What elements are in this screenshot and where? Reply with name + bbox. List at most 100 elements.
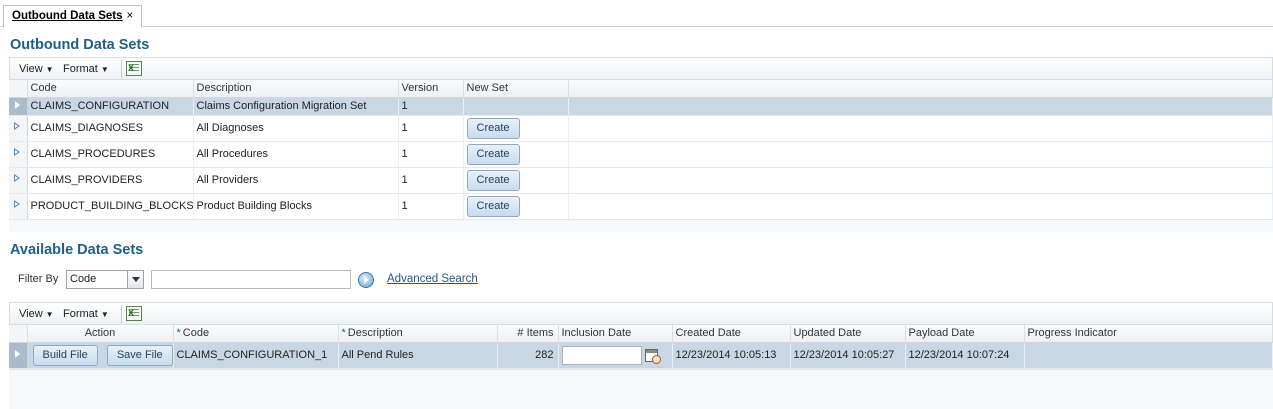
- cell-version: 1: [398, 193, 464, 220]
- expand-icon: [14, 122, 21, 131]
- header-description[interactable]: * Description: [338, 325, 498, 343]
- outbound-table-empty-area: [9, 219, 1273, 232]
- format-menu[interactable]: Format ▼: [63, 306, 109, 323]
- chevron-down-icon: ▼: [100, 65, 109, 74]
- search-go-icon[interactable]: [358, 272, 374, 288]
- expand-icon: [15, 350, 21, 358]
- available-table: Action * Code * Description # Items Inclus…: [9, 325, 1273, 369]
- required-marker: *: [341, 327, 346, 340]
- table-row[interactable]: PRODUCT_BUILDING_BLOCKS Product Building…: [9, 193, 1273, 220]
- chevron-down-icon: ▼: [45, 65, 54, 74]
- view-menu-label: View: [19, 308, 43, 320]
- table-row[interactable]: Build File Save File CLAIMS_CONFIGURATIO…: [9, 342, 1273, 369]
- cell-new-set: Create: [463, 115, 569, 142]
- header-description-label: Description: [347, 327, 403, 340]
- row-expander[interactable]: [9, 115, 28, 142]
- cell-description: All Diagnoses: [193, 115, 399, 142]
- header-description[interactable]: Description: [193, 80, 399, 98]
- cell-inclusion-date: [558, 342, 673, 369]
- cell-description: All Providers: [193, 167, 399, 194]
- calendar-icon[interactable]: [644, 348, 661, 364]
- header-expander: [9, 325, 28, 343]
- chevron-down-icon: ▼: [100, 310, 109, 319]
- table-row[interactable]: CLAIMS_DIAGNOSES All Diagnoses 1 Create: [9, 115, 1273, 142]
- cell-updated-date: 12/23/2014 10:05:27: [790, 342, 906, 369]
- export-excel-icon[interactable]: [126, 61, 142, 76]
- table-row[interactable]: CLAIMS_PROVIDERS All Providers 1 Create: [9, 167, 1273, 194]
- header-payload-date[interactable]: Payload Date: [905, 325, 1025, 343]
- header-code[interactable]: * Code: [173, 325, 339, 343]
- cell-code: CLAIMS_DIAGNOSES: [27, 115, 194, 142]
- create-button[interactable]: Create: [466, 117, 520, 139]
- cell-version: 1: [398, 97, 464, 116]
- header-created-date[interactable]: Created Date: [672, 325, 791, 343]
- outbound-toolbar: View ▼ Format ▼: [9, 57, 1273, 80]
- toolbar-separator: [121, 60, 122, 78]
- header-expander: [9, 80, 28, 98]
- available-section-title: Available Data Sets: [10, 242, 144, 258]
- close-icon[interactable]: ×: [127, 10, 134, 22]
- filter-input[interactable]: [151, 270, 351, 289]
- outbound-header-row: Code Description Version New Set: [9, 80, 1273, 98]
- format-menu[interactable]: Format ▼: [63, 61, 109, 78]
- header-code[interactable]: Code: [27, 80, 194, 98]
- cell-action: Build File Save File: [27, 342, 174, 369]
- cell-new-set: Create: [463, 167, 569, 194]
- header-filler: [568, 80, 1273, 98]
- cell-progress-indicator: [1024, 342, 1273, 369]
- expand-icon: [14, 148, 21, 157]
- table-row[interactable]: CLAIMS_PROCEDURES All Procedures 1 Creat…: [9, 141, 1273, 168]
- cell-filler: [568, 97, 1273, 116]
- cell-version: 1: [398, 141, 464, 168]
- cell-description: All Procedures: [193, 141, 399, 168]
- cell-filler: [568, 115, 1273, 142]
- cell-payload-date: 12/23/2014 10:07:24: [905, 342, 1025, 369]
- row-expander[interactable]: [9, 342, 28, 369]
- row-expander[interactable]: [9, 167, 28, 194]
- create-button[interactable]: Create: [466, 195, 520, 217]
- header-items[interactable]: # Items: [497, 325, 559, 343]
- row-expander[interactable]: [9, 193, 28, 220]
- tab-bar: Outbound Data Sets ×: [0, 0, 1273, 28]
- header-code-label: Code: [182, 327, 210, 340]
- cell-description: Product Building Blocks: [193, 193, 399, 220]
- header-progress-indicator[interactable]: Progress Indicator: [1024, 325, 1273, 343]
- chevron-down-icon[interactable]: [127, 271, 143, 288]
- cell-filler: [568, 193, 1273, 220]
- toolbar-separator: [121, 305, 122, 323]
- header-version[interactable]: Version: [398, 80, 464, 98]
- view-menu-label: View: [19, 63, 43, 75]
- cell-new-set: Create: [463, 193, 569, 220]
- inclusion-date-input[interactable]: [561, 345, 642, 365]
- row-expander[interactable]: [9, 97, 28, 116]
- advanced-search-link[interactable]: Advanced Search: [387, 273, 478, 285]
- create-button[interactable]: Create: [466, 143, 520, 165]
- header-action: Action: [27, 325, 174, 343]
- header-inclusion-date[interactable]: Inclusion Date: [558, 325, 673, 343]
- expand-icon: [15, 101, 21, 109]
- required-marker: *: [176, 327, 181, 340]
- header-new-set[interactable]: New Set: [463, 80, 569, 98]
- cell-code: CLAIMS_CONFIGURATION_1: [173, 342, 339, 369]
- cell-filler: [568, 167, 1273, 194]
- cell-description: All Pend Rules: [338, 342, 498, 369]
- view-menu[interactable]: View ▼: [19, 61, 54, 78]
- filter-field-select[interactable]: Code: [66, 270, 144, 289]
- chevron-down-icon: ▼: [45, 310, 54, 319]
- outbound-section-title: Outbound Data Sets: [10, 37, 150, 53]
- create-button[interactable]: Create: [466, 169, 520, 191]
- cell-code: CLAIMS_CONFIGURATION: [27, 97, 194, 116]
- row-expander[interactable]: [9, 141, 28, 168]
- available-header-row: Action * Code * Description # Items Inclus…: [9, 325, 1273, 343]
- header-updated-date[interactable]: Updated Date: [790, 325, 906, 343]
- expand-icon: [14, 200, 21, 209]
- build-file-button[interactable]: Build File: [32, 344, 98, 366]
- format-menu-label: Format: [63, 63, 98, 75]
- cell-items: 282: [497, 342, 559, 369]
- tab-outbound-data-sets[interactable]: Outbound Data Sets ×: [3, 5, 143, 28]
- export-excel-icon[interactable]: [126, 306, 142, 321]
- view-menu[interactable]: View ▼: [19, 306, 54, 323]
- table-row[interactable]: CLAIMS_CONFIGURATION Claims Configuratio…: [9, 97, 1273, 116]
- tab-label: Outbound Data Sets: [12, 10, 123, 22]
- save-file-button[interactable]: Save File: [106, 344, 172, 366]
